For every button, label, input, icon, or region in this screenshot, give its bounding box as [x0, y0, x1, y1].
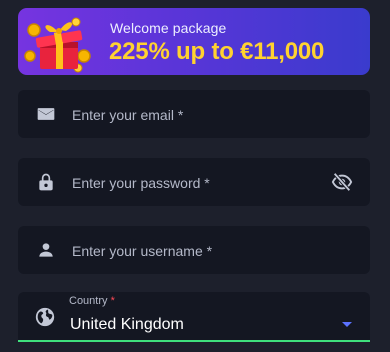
gift-box-icon [24, 17, 91, 73]
lock-icon [39, 173, 53, 191]
required-mark: * [110, 295, 115, 307]
country-value: United Kingdom [70, 316, 184, 333]
mail-icon [37, 108, 55, 120]
country-label: Country * [69, 295, 115, 307]
chevron-down-icon[interactable] [342, 322, 352, 327]
email-placeholder: Enter your email * [72, 107, 184, 123]
password-placeholder: Enter your password * [72, 175, 210, 191]
banner-subtitle: Welcome package [110, 20, 227, 36]
country-select[interactable]: Country * United Kingdom [18, 292, 370, 342]
username-field[interactable]: Enter your username * [18, 226, 370, 274]
welcome-package-banner[interactable]: Welcome package 225% up to €11,000 [18, 8, 370, 75]
banner-headline: 225% up to €11,000 [109, 38, 325, 65]
username-placeholder: Enter your username * [72, 243, 213, 259]
eye-off-icon[interactable] [330, 171, 354, 193]
globe-icon [35, 307, 55, 327]
email-field[interactable]: Enter your email * [18, 90, 370, 138]
person-icon [39, 243, 53, 257]
country-label-text: Country [69, 295, 108, 307]
password-field[interactable]: Enter your password * [18, 158, 370, 206]
